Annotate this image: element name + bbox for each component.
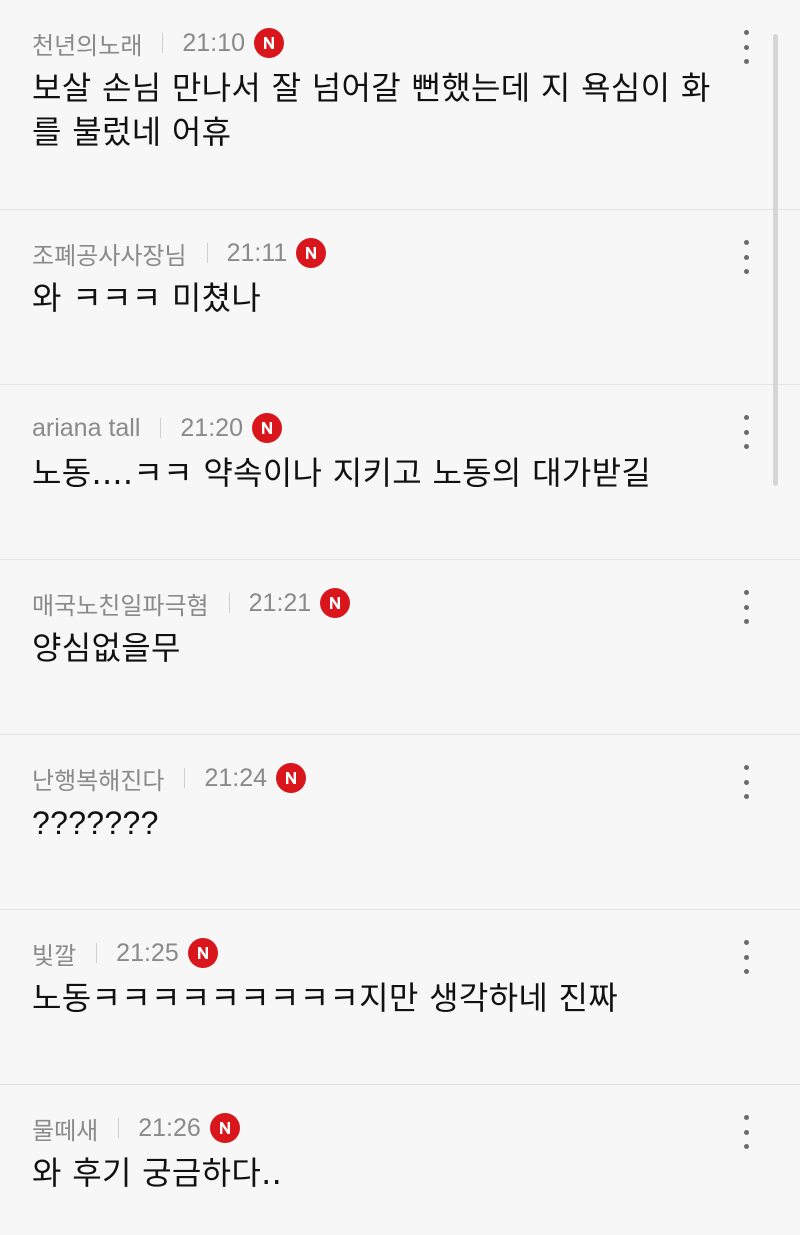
comment-text: ??????? — [32, 805, 159, 841]
meta-divider — [160, 418, 162, 438]
comment-item: 천년의노래 21:10 보살 손님 만나서 잘 넘어갈 뻔했는데 지 욕심이 화… — [0, 0, 800, 210]
more-vertical-icon-dot — [743, 969, 749, 974]
more-vertical-icon-dot — [743, 59, 749, 64]
comment-item: 매국노친일파극혐 21:21 양심없을무 — [0, 560, 800, 735]
more-options-button[interactable] — [738, 30, 754, 64]
more-vertical-icon — [743, 415, 749, 420]
comment-item: 조폐공사사장님 21:11 와 ㅋㅋㅋ 미쳤나 — [0, 210, 800, 385]
comment-author[interactable]: 난행복해진다 — [32, 761, 164, 796]
meta-divider — [228, 593, 230, 613]
more-vertical-icon — [743, 240, 749, 245]
comment-time: 21:25 — [116, 938, 179, 967]
more-vertical-icon-dot — [743, 444, 749, 449]
comment-text: 보살 손님 만나서 잘 넘어갈 뻔했는데 지 욕심이 화를 불렀네 어휴 — [32, 69, 711, 151]
more-vertical-icon — [743, 1115, 749, 1120]
comment-item: 난행복해진다 21:24 ??????? — [0, 735, 800, 910]
new-badge-icon — [187, 938, 218, 968]
more-vertical-icon-dot — [743, 794, 749, 799]
new-badge-icon — [296, 238, 327, 268]
new-badge-icon — [276, 763, 307, 793]
comment-meta: 매국노친일파극혐 21:21 — [32, 586, 720, 621]
comment-meta: 물떼새 21:26 — [32, 1111, 720, 1146]
more-vertical-icon-dot — [743, 429, 749, 435]
comment-text: 와 후기 궁금하다.. — [32, 1154, 283, 1192]
more-vertical-icon-dot — [743, 954, 749, 960]
comment-time: 21:26 — [138, 1113, 201, 1142]
comment-time: 21:21 — [248, 588, 312, 617]
comment-meta: ariana tall 21:20 — [32, 413, 720, 443]
comment-meta: 난행복해진다 21:24 — [32, 761, 720, 796]
comment-text: 노동....ㅋㅋ 약속이나 지키고 노동의 대가받길 — [32, 454, 652, 492]
more-vertical-icon-dot — [743, 779, 749, 785]
comment-time: 21:24 — [204, 763, 268, 792]
more-options-button[interactable] — [738, 240, 754, 274]
more-vertical-icon-dot — [743, 1129, 749, 1135]
comment-time: 21:20 — [180, 413, 243, 442]
more-vertical-icon — [743, 765, 749, 770]
comment-time: 21:11 — [226, 238, 288, 267]
more-vertical-icon-dot — [743, 619, 749, 624]
more-vertical-icon — [743, 30, 749, 35]
meta-divider — [162, 33, 164, 53]
more-options-button[interactable] — [738, 415, 754, 449]
more-options-button[interactable] — [738, 590, 754, 624]
more-vertical-icon-dot — [743, 44, 749, 50]
comment-item: ariana tall 21:20 노동....ㅋㅋ 약속이나 지키고 노동의 … — [0, 385, 800, 560]
meta-divider — [206, 243, 208, 263]
meta-divider — [118, 1118, 120, 1138]
comment-text: 노동ㅋㅋㅋㅋㅋㅋㅋㅋㅋ지만 생각하네 진짜 — [32, 979, 619, 1017]
more-options-button[interactable] — [738, 765, 754, 799]
more-vertical-icon-dot — [743, 1144, 749, 1149]
new-badge-icon — [209, 1113, 240, 1143]
comment-time: 21:10 — [182, 28, 245, 57]
more-vertical-icon — [743, 940, 749, 945]
comment-author[interactable]: 빛깔 — [32, 936, 76, 971]
more-options-button[interactable] — [738, 1115, 754, 1149]
comment-item: 물떼새 21:26 와 후기 궁금하다.. — [0, 1085, 800, 1235]
more-vertical-icon — [743, 590, 749, 595]
more-vertical-icon-dot — [743, 269, 749, 274]
new-badge-icon — [251, 413, 282, 443]
more-options-button[interactable] — [738, 940, 754, 974]
comment-author[interactable]: ariana tall — [32, 414, 140, 443]
comment-author[interactable]: 천년의노래 — [32, 26, 142, 61]
comment-item: 빛깔 21:25 노동ㅋㅋㅋㅋㅋㅋㅋㅋㅋ지만 생각하네 진짜 — [0, 910, 800, 1085]
more-vertical-icon-dot — [743, 254, 749, 260]
new-badge-icon — [320, 588, 351, 618]
more-vertical-icon-dot — [743, 604, 749, 610]
comment-text: 와 ㅋㅋㅋ 미쳤나 — [32, 279, 262, 317]
meta-divider — [184, 768, 186, 788]
scrollbar-thumb[interactable] — [773, 34, 778, 486]
new-badge-icon — [253, 28, 284, 58]
comment-author[interactable]: 조폐공사사장님 — [32, 236, 187, 271]
comment-text: 양심없을무 — [32, 629, 181, 667]
comment-author[interactable]: 매국노친일파극혐 — [32, 586, 209, 621]
comment-author[interactable]: 물떼새 — [32, 1111, 98, 1146]
comment-meta: 조폐공사사장님 21:11 — [32, 236, 720, 271]
comment-list: 천년의노래 21:10 보살 손님 만나서 잘 넘어갈 뻔했는데 지 욕심이 화… — [0, 0, 800, 1235]
comment-meta: 빛깔 21:25 — [32, 936, 720, 971]
comment-meta: 천년의노래 21:10 — [32, 26, 720, 61]
meta-divider — [96, 943, 98, 963]
